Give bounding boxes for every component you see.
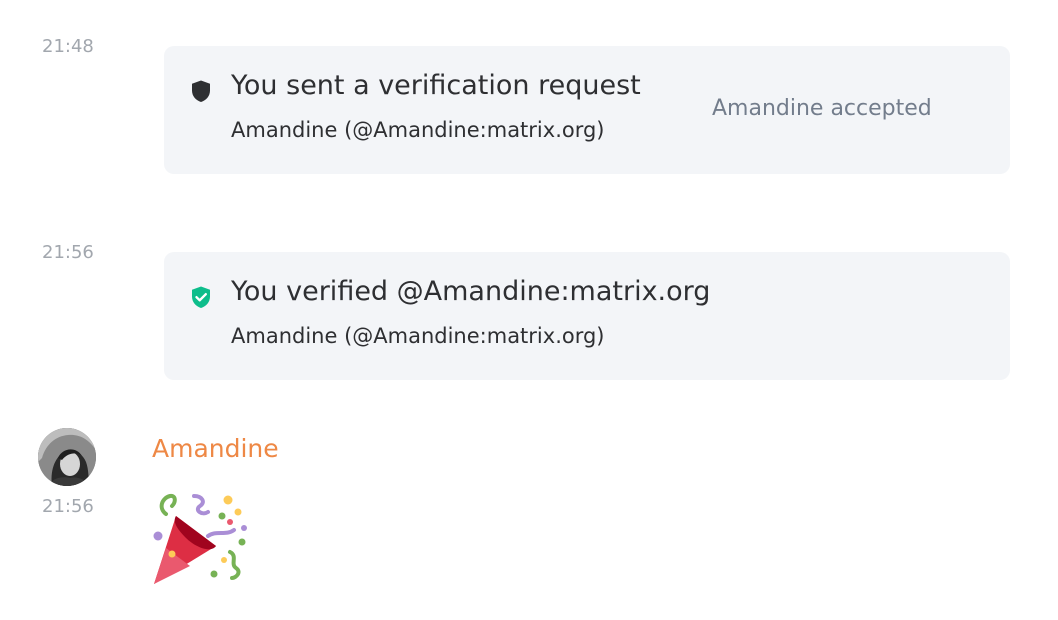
card-subtitle: Amandine (@Amandine:matrix.org)	[231, 324, 605, 348]
card-title: You verified @Amandine:matrix.org	[231, 276, 711, 307]
card-subtitle: Amandine (@Amandine:matrix.org)	[231, 118, 605, 142]
card-title: You sent a verification request	[231, 70, 641, 101]
event-timestamp: 21:48	[42, 36, 94, 57]
verification-done-card: You verified @Amandine:matrix.org Amandi…	[164, 252, 1010, 380]
party-popper-icon	[153, 493, 247, 584]
sender-name[interactable]: Amandine	[152, 434, 279, 463]
event-timestamp: 21:56	[42, 242, 94, 263]
avatar[interactable]	[38, 428, 96, 486]
shield-icon	[192, 80, 210, 102]
verification-request-card: You sent a verification request Amandine…	[164, 46, 1010, 174]
status-text: Amandine accepted	[712, 96, 932, 121]
message-body	[150, 490, 250, 590]
shield-check-icon	[192, 286, 210, 308]
message-timestamp: 21:56	[42, 496, 94, 517]
avatar-photo	[38, 428, 96, 486]
